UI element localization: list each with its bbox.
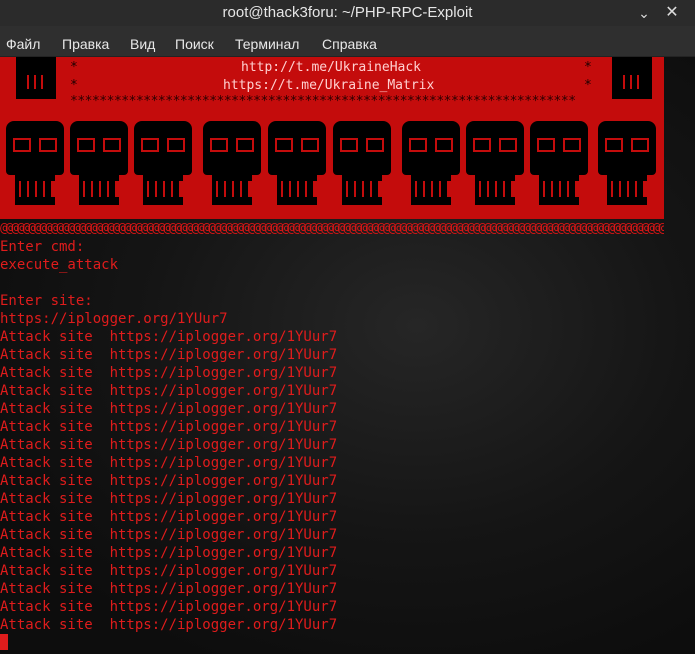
cmd-input-echo: execute_attack — [0, 257, 119, 273]
menu-edit[interactable]: Правка — [62, 26, 109, 56]
skull-art — [598, 121, 656, 211]
attack-line: Attack site https://iplogger.org/1YUur7 — [0, 527, 338, 543]
terminal-window: root@thack3foru: ~/PHP-RPC-Exploit ⌄ ✕ Ф… — [0, 0, 695, 654]
attack-line: Attack site https://iplogger.org/1YUur7 — [0, 599, 338, 615]
attack-line: Attack site https://iplogger.org/1YUur7 — [0, 545, 338, 561]
skull-art — [402, 121, 460, 211]
attack-line: Attack site https://iplogger.org/1YUur7 — [0, 419, 338, 435]
prompt-site: Enter site: — [0, 293, 93, 309]
banner-at-row: @@@@@@@@@@@@@@@@@@@@@@@@@@@@@@@@@@@@@@@@… — [0, 221, 664, 236]
skull-art — [134, 121, 192, 211]
attack-line: Attack site https://iplogger.org/1YUur7 — [0, 455, 338, 471]
close-icon[interactable]: ✕ — [661, 0, 683, 26]
menu-help[interactable]: Справка — [322, 26, 377, 56]
attack-line: Attack site https://iplogger.org/1YUur7 — [0, 473, 338, 489]
skull-art — [6, 121, 64, 211]
attack-line: Attack site https://iplogger.org/1YUur7 — [0, 617, 338, 633]
banner-stars-row: ****************************************… — [70, 95, 576, 109]
skull-art — [530, 121, 588, 211]
attack-line: Attack site https://iplogger.org/1YUur7 — [0, 401, 338, 417]
skull-art — [466, 121, 524, 211]
attack-line: Attack site https://iplogger.org/1YUur7 — [0, 365, 338, 381]
attack-line: Attack site https://iplogger.org/1YUur7 — [0, 383, 338, 399]
skull-art — [268, 121, 326, 211]
skull-art — [612, 57, 652, 99]
skull-art — [16, 57, 56, 99]
attack-line: Attack site https://iplogger.org/1YUur7 — [0, 491, 338, 507]
banner-star: * — [70, 60, 78, 75]
banner-link-ukraine-matrix: https://t.me/Ukraine_Matrix — [223, 78, 435, 93]
minimize-icon[interactable]: ⌄ — [633, 0, 655, 26]
banner-star: * — [584, 60, 592, 75]
menu-search[interactable]: Поиск — [175, 26, 214, 56]
ascii-banner: * * * * http://t.me/UkraineHack https://… — [0, 57, 664, 219]
terminal-output[interactable]: * * * * http://t.me/UkraineHack https://… — [0, 57, 695, 654]
banner-link-ukrainehack: http://t.me/UkraineHack — [241, 60, 422, 75]
banner-star: * — [584, 78, 592, 93]
prompt-cmd: Enter cmd: — [0, 239, 85, 255]
attack-line: Attack site https://iplogger.org/1YUur7 — [0, 329, 338, 345]
skull-art — [203, 121, 261, 211]
title-bar[interactable]: root@thack3foru: ~/PHP-RPC-Exploit ⌄ ✕ — [0, 0, 695, 26]
skull-art — [333, 121, 391, 211]
site-input-echo: https://iplogger.org/1YUur7 — [0, 311, 228, 327]
attack-line: Attack site https://iplogger.org/1YUur7 — [0, 437, 338, 453]
terminal-cursor — [0, 634, 8, 650]
attack-line: Attack site https://iplogger.org/1YUur7 — [0, 563, 338, 579]
menu-view[interactable]: Вид — [130, 26, 155, 56]
attack-line: Attack site https://iplogger.org/1YUur7 — [0, 509, 338, 525]
skull-art — [70, 121, 128, 211]
attack-line: Attack site https://iplogger.org/1YUur7 — [0, 581, 338, 597]
menu-bar: Файл Правка Вид Поиск Терминал Справка — [0, 26, 695, 57]
attack-line: Attack site https://iplogger.org/1YUur7 — [0, 347, 338, 363]
banner-star: * — [70, 78, 78, 93]
window-title: root@thack3foru: ~/PHP-RPC-Exploit — [222, 4, 473, 21]
menu-terminal[interactable]: Терминал — [235, 26, 299, 56]
menu-file[interactable]: Файл — [6, 26, 40, 56]
